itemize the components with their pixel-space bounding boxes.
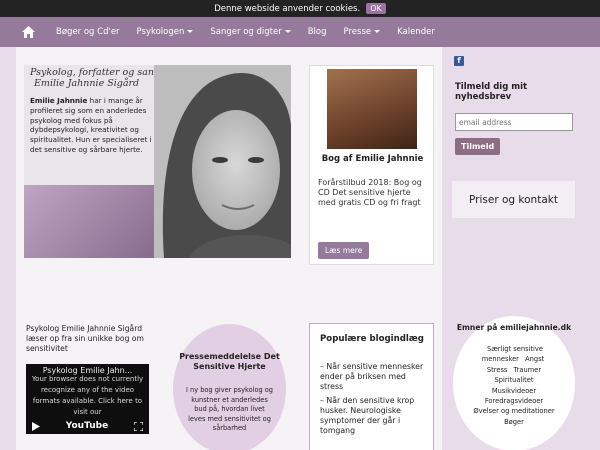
- nav-item-calendar[interactable]: Kalender: [397, 27, 435, 37]
- topic-link[interactable]: Øvelser og meditationer: [473, 407, 554, 415]
- nav-item-psychologist[interactable]: Psykologen: [137, 27, 194, 37]
- youtube-logo[interactable]: YouTube: [66, 421, 108, 431]
- topic-link[interactable]: Stress: [487, 366, 508, 374]
- nav-item-blog[interactable]: Blog: [308, 27, 327, 37]
- tagline-line: Psykolog, forfatter og sanger: [30, 67, 171, 78]
- topics-list: Særligt sensitive mennesker Angst Stress…: [469, 344, 559, 427]
- blog-post-link[interactable]: – Når den sensitive krop husker. Neurolo…: [320, 396, 428, 436]
- email-field[interactable]: [455, 113, 573, 131]
- press-body: I ny bog giver psykolog og kunstner et a…: [185, 386, 273, 433]
- blog-post-link[interactable]: – Når sensitive mennesker ender på briks…: [320, 362, 428, 392]
- prices-contact-label: Priser og kontakt: [469, 193, 558, 206]
- read-more-button[interactable]: Læs mere: [318, 242, 370, 259]
- topics-bubble: Emner på emiliejahnnie.dk Særligt sensit…: [453, 316, 575, 450]
- prices-contact-button[interactable]: Priser og kontakt: [452, 181, 575, 218]
- press-release-bubble[interactable]: Pressemeddelelse Det Sensitive Hjerte I …: [173, 324, 286, 450]
- topic-link[interactable]: Spiritualitet: [495, 376, 534, 384]
- popular-posts-list: – Når sensitive mennesker ender på briks…: [320, 362, 428, 440]
- topic-link[interactable]: Traumer: [514, 366, 542, 374]
- newsletter-signup: Tilmeld dig mit nyhedsbrev Tilmeld: [452, 77, 575, 162]
- topic-link[interactable]: Musikvideoer: [492, 387, 536, 395]
- hero-purple-texture: [24, 185, 174, 258]
- newsletter-title: Tilmeld dig mit nyhedsbrev: [455, 82, 528, 102]
- topic-link[interactable]: Angst: [525, 355, 544, 363]
- tagline-line: Emilie Jahnnie Sigård: [34, 78, 140, 89]
- video-player[interactable]: Psykolog Emilie Jahn... Your browser doe…: [26, 364, 149, 434]
- caret-down-icon: [284, 30, 291, 33]
- nav-label: Bøger og Cd'er: [56, 27, 120, 37]
- video-error-message[interactable]: Your browser does not currently recogniz…: [30, 374, 145, 418]
- topic-link[interactable]: Foredragsvideoer: [485, 397, 543, 405]
- play-icon[interactable]: [32, 421, 40, 431]
- nav-label: Kalender: [397, 27, 435, 37]
- facebook-icon[interactable]: f: [454, 56, 464, 66]
- press-title: Pressemeddelelse Det Sensitive Hjerte: [179, 352, 280, 371]
- book-description: Forårstilbud 2018: Bog og CD Det sensiti…: [318, 178, 422, 207]
- subscribe-button[interactable]: Tilmeld: [455, 138, 501, 155]
- topics-title: Emner på emiliejahnnie.dk: [456, 323, 572, 332]
- fullscreen-icon[interactable]: [133, 421, 143, 431]
- nav-label: Psykologen: [136, 27, 185, 37]
- main-content: Psykolog, forfatter og sanger Emilie Jah…: [16, 47, 442, 450]
- video-controls: YouTube: [26, 418, 149, 434]
- topic-link[interactable]: Bøger: [504, 418, 524, 426]
- cookie-bar: Denne webside anvender cookies. OK: [0, 0, 600, 17]
- hero-intro: Emilie Jahnnie har i mange år profileret…: [30, 96, 157, 155]
- book-title[interactable]: Bog af Emilie Jahnnie: [310, 154, 435, 164]
- nav-item-songs[interactable]: Sanger og digter: [210, 27, 291, 37]
- nav-item-books[interactable]: Bøger og Cd'er: [56, 27, 120, 37]
- book-card: Bog af Emilie Jahnnie Forårstilbud 2018:…: [309, 65, 434, 265]
- cookie-ok-button[interactable]: OK: [366, 3, 386, 14]
- book-cover-image[interactable]: [327, 69, 417, 149]
- video-intro-text: Psykolog Emilie Jahnnie Sigård læser op …: [26, 324, 144, 353]
- cookie-message: Denne webside anvender cookies.: [214, 3, 361, 14]
- nav-label: Presse: [343, 27, 372, 37]
- home-icon[interactable]: [22, 26, 42, 38]
- intro-name: Emilie Jahnnie: [30, 96, 88, 105]
- nav-item-press[interactable]: Presse: [344, 27, 381, 37]
- hero-tagline: Psykolog, forfatter og sanger Emilie Jah…: [30, 67, 170, 89]
- portrait-photo: [154, 65, 291, 258]
- nav-label: Sanger og digter: [210, 27, 282, 37]
- popular-posts-title: Populære blogindlæg: [320, 334, 424, 344]
- nav-label: Blog: [307, 27, 327, 37]
- main-nav: Bøger og Cd'er Psykologen Sanger og digt…: [0, 17, 600, 47]
- caret-down-icon: [187, 30, 194, 33]
- popular-posts-box: Populære blogindlæg – Når sensitive menn…: [309, 323, 434, 450]
- caret-down-icon: [374, 30, 381, 33]
- hero-banner: Psykolog, forfatter og sanger Emilie Jah…: [24, 65, 291, 258]
